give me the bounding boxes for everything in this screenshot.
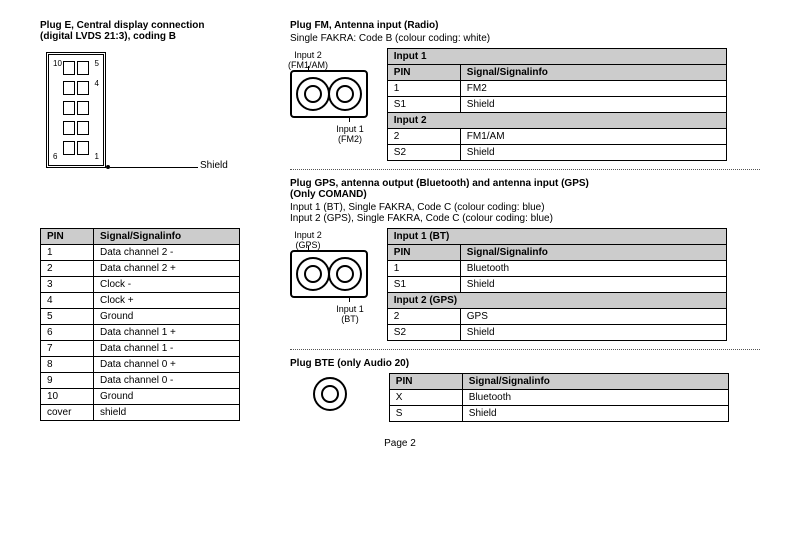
plug-gps-diagram: Input 2 (GPS) Input 1 (BT): [290, 228, 368, 298]
shield-pointer-line: [110, 167, 198, 168]
fm-bottom-label: Input 1 (FM2): [330, 124, 370, 144]
plug-e-table: PINSignal/Signalinfo 1Data channel 2 - 2…: [40, 228, 240, 421]
plug-bte-title: Plug BTE (only Audio 20): [290, 358, 760, 369]
plug-fm-table: Input 1 PINSignal/Signalinfo 1FM2 S1Shie…: [387, 48, 727, 161]
plug-gps-title: Plug GPS, antenna output (Bluetooth) and…: [290, 178, 760, 200]
plug-fm-diagram: Input 2 (FM1/AM) Input 1 (FM2): [290, 48, 368, 118]
plug-gps-section: Plug GPS, antenna output (Bluetooth) and…: [290, 178, 760, 341]
plug-e-title: Plug E, Central display connection (digi…: [40, 20, 280, 42]
fm-h-input2: Input 2: [387, 113, 726, 129]
pin-num-6: 6: [53, 152, 57, 161]
pin-num-1: 1: [95, 152, 99, 161]
plug-e-diagram: 10 5 4 6 1: [46, 52, 106, 168]
gps-h-input1: Input 1 (BT): [387, 229, 726, 245]
plug-e-title-l1: Plug E, Central display connection: [40, 20, 204, 31]
plug-bte-section: Plug BTE (only Audio 20) PINSignal/Signa…: [290, 358, 760, 422]
pin-num-10: 10: [53, 59, 62, 68]
separator: [290, 349, 760, 350]
gps-h-input2: Input 2 (GPS): [387, 293, 726, 309]
left-column: Plug E, Central display connection (digi…: [40, 20, 280, 421]
plug-bte-table: PINSignal/Signalinfo XBluetooth SShield: [389, 373, 729, 422]
th-sig: Signal/Signalinfo: [94, 229, 240, 245]
plug-e-title-l2: (digital LVDS 21:3), coding B: [40, 31, 176, 42]
separator: [290, 169, 760, 170]
plug-fm-title: Plug FM, Antenna input (Radio): [290, 20, 760, 31]
plug-gps-table: Input 1 (BT) PINSignal/Signalinfo 1Bluet…: [387, 228, 727, 341]
plug-fm-subtitle: Single FAKRA: Code B (colour coding: whi…: [290, 33, 760, 44]
plug-gps-sub1: Input 1 (BT), Single FAKRA, Code C (colo…: [290, 202, 760, 213]
pin-num-5: 5: [95, 59, 99, 68]
right-column: Plug FM, Antenna input (Radio) Single FA…: [290, 20, 760, 428]
fm-h-input1: Input 1: [387, 49, 726, 65]
gps-bottom-label: Input 1 (BT): [330, 304, 370, 324]
plug-gps-sub2: Input 2 (GPS), Single FAKRA, Code C (col…: [290, 213, 760, 224]
plug-fm-section: Plug FM, Antenna input (Radio) Single FA…: [290, 20, 760, 161]
shield-label: Shield: [200, 160, 228, 171]
page-number: Page 2: [40, 438, 760, 449]
plug-bte-diagram: [290, 373, 370, 415]
th-pin: PIN: [41, 229, 94, 245]
pin-num-4: 4: [95, 79, 99, 88]
